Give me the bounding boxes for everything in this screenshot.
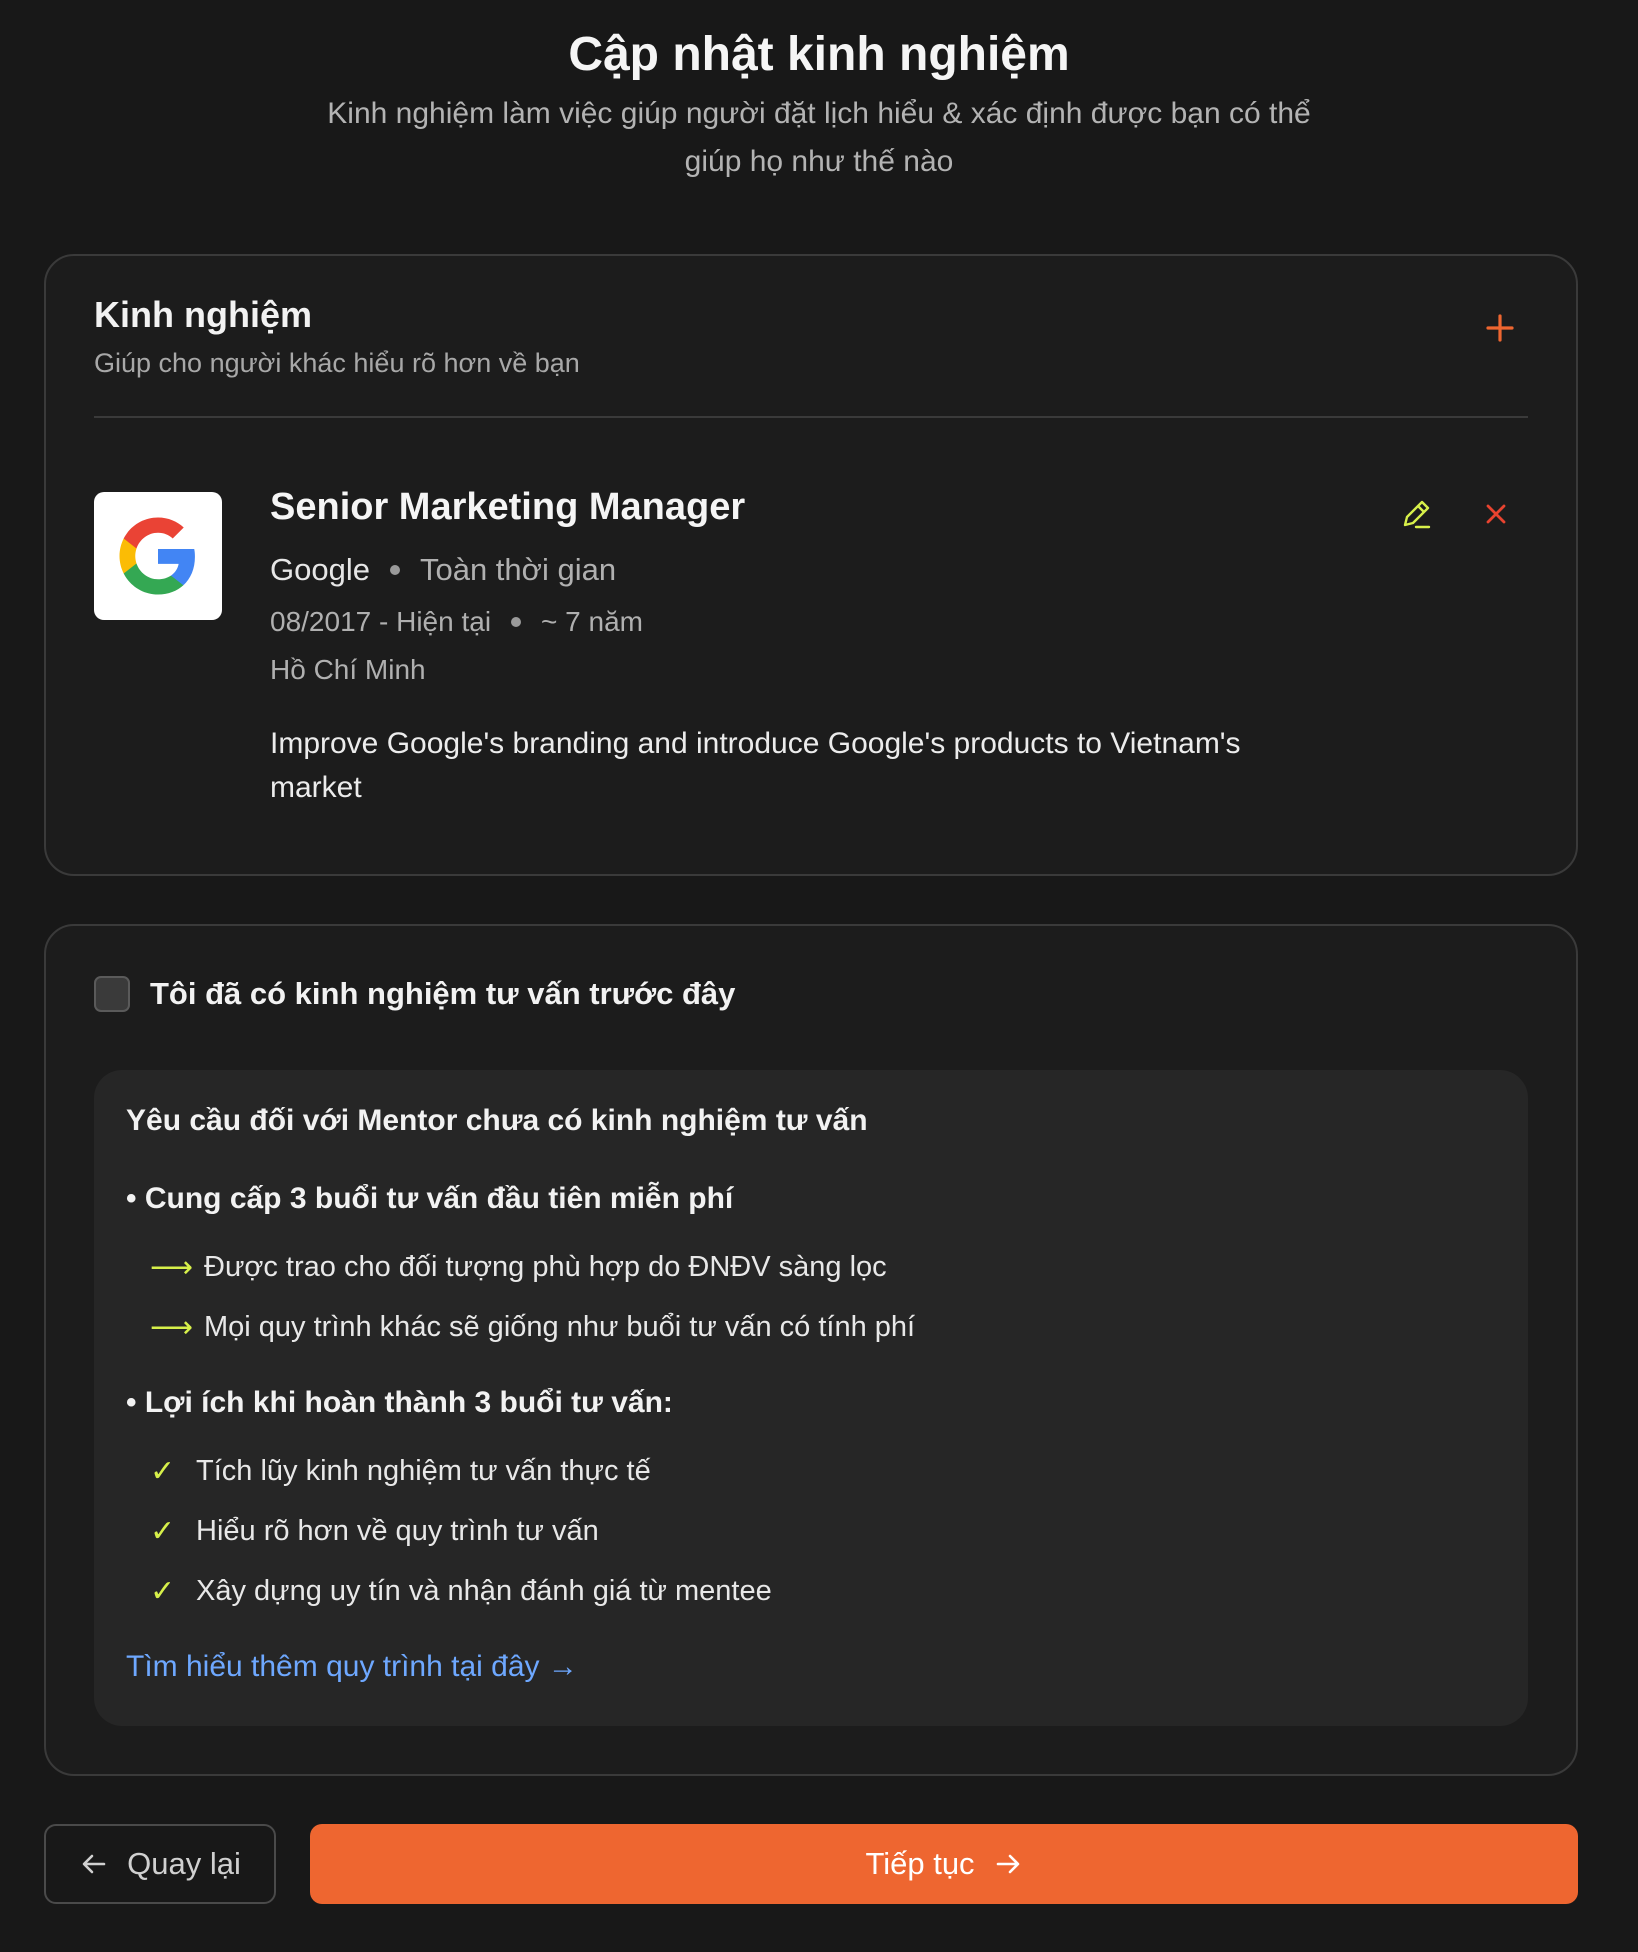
list-item-text: Xây dựng uy tín và nhận đánh giá từ ment… [196, 1575, 772, 1607]
requirements-info-box: Yêu cầu đối với Mentor chưa có kinh nghi… [94, 1070, 1528, 1726]
list-item: ⟶ Mọi quy trình khác sẽ giống như buổi t… [150, 1310, 915, 1345]
list-item-text: Hiểu rõ hơn về quy trình tư vấn [196, 1515, 599, 1547]
experience-card: Kinh nghiệm Giúp cho người khác hiểu rõ … [44, 254, 1578, 876]
list-item-text: Được trao cho đối tượng phù hợp do ĐNĐV … [204, 1251, 887, 1283]
info-title: Yêu cầu đối với Mentor chưa có kinh nghi… [126, 1104, 868, 1137]
page-subtitle: Kinh nghiệm làm việc giúp người đặt lịch… [327, 97, 1311, 178]
continue-button[interactable]: Tiếp tục [310, 1824, 1578, 1904]
checkbox-label: Tôi đã có kinh nghiệm tư vấn trước đây [150, 976, 736, 1011]
back-button[interactable]: Quay lại [44, 1824, 276, 1904]
bullet-heading-free-sessions: • Cung cấp 3 buổi tư vấn đầu tiên miễn p… [126, 1182, 734, 1215]
google-logo [119, 517, 195, 595]
separator-dot [389, 565, 400, 575]
list-item: ✓ Xây dựng uy tín và nhận đánh giá từ me… [150, 1574, 772, 1609]
job-period: 08/2017 - Hiện tại [270, 606, 492, 637]
job-company-line: Google Toàn thời gian [270, 552, 616, 588]
experience-section-title: Kinh nghiệm [94, 294, 312, 335]
consulting-card: Tôi đã có kinh nghiệm tư vấn trước đây Y… [44, 924, 1578, 1776]
arrow-right-icon: ⟶ [150, 1311, 194, 1344]
bullet-heading-benefits: • Lợi ích khi hoàn thành 3 buổi tư vấn: [126, 1386, 673, 1419]
edit-experience-button[interactable] [1398, 496, 1434, 532]
add-experience-button[interactable] [1482, 310, 1518, 346]
separator-dot [511, 617, 522, 627]
delete-experience-button[interactable] [1480, 498, 1512, 530]
plus-icon [1486, 314, 1514, 342]
check-icon: ✓ [150, 1515, 176, 1548]
job-title: Senior Marketing Manager [270, 486, 746, 528]
list-item-text: Tích lũy kinh nghiệm tư vấn thực tế [196, 1455, 651, 1487]
job-date-line: 08/2017 - Hiện tại ~ 7 năm [270, 606, 643, 638]
experience-section-subtitle: Giúp cho người khác hiểu rõ hơn về bạn [94, 348, 580, 378]
page-title: Cập nhật kinh nghiệm [568, 28, 1070, 81]
list-item: ⟶ Được trao cho đối tượng phù hợp do ĐNĐ… [150, 1250, 887, 1285]
continue-button-label: Tiếp tục [865, 1846, 975, 1881]
arrow-left-icon [79, 1849, 109, 1879]
learn-more-link[interactable]: Tìm hiểu thêm quy trình tại đây → [126, 1650, 578, 1684]
job-location: Hồ Chí Minh [270, 654, 426, 685]
section-divider [94, 416, 1528, 418]
list-item: ✓ Tích lũy kinh nghiệm tư vấn thực tế [150, 1454, 651, 1489]
list-item-text: Mọi quy trình khác sẽ giống như buổi tư … [204, 1311, 916, 1343]
pencil-icon [1403, 500, 1431, 529]
page-header: Cập nhật kinh nghiệm Kinh nghiệm làm việ… [0, 20, 1638, 186]
arrow-right-icon [993, 1849, 1023, 1879]
company-logo [94, 492, 222, 620]
check-icon: ✓ [150, 1455, 176, 1488]
back-button-label: Quay lại [127, 1846, 241, 1881]
employment-type: Toàn thời gian [419, 552, 617, 587]
check-icon: ✓ [150, 1575, 176, 1608]
list-item: ✓ Hiểu rõ hơn về quy trình tư vấn [150, 1514, 599, 1549]
company-name: Google [270, 552, 370, 587]
close-icon [1486, 504, 1506, 524]
consulting-experience-toggle[interactable]: Tôi đã có kinh nghiệm tư vấn trước đây [94, 976, 735, 1012]
job-duration: ~ 7 năm [541, 606, 643, 637]
arrow-right-icon: ⟶ [150, 1251, 194, 1284]
job-description: Improve Google's branding and introduce … [270, 727, 1241, 804]
consulting-checkbox[interactable] [94, 976, 130, 1012]
